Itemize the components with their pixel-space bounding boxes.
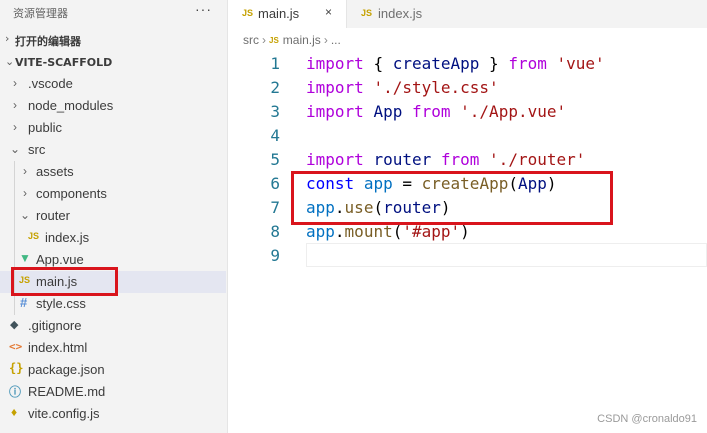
code-text: import App from './App.vue' — [306, 102, 567, 121]
vue-icon: ▼ — [19, 251, 31, 265]
tree-item-public[interactable]: › public — [0, 117, 226, 139]
tree-item-label: components — [36, 186, 107, 201]
open-editors-label: 打开的编辑器 — [15, 35, 81, 48]
tree-item-label: vite.config.js — [28, 406, 100, 421]
tree-item-label: node_modules — [28, 98, 114, 113]
code-line-1[interactable]: 1 import { createApp } from 'vue' — [228, 52, 707, 76]
chevron-down-icon: ⌄ — [20, 208, 31, 222]
open-editors-section[interactable]: › 打开的编辑器 — [0, 29, 228, 51]
tree-item-vscode[interactable]: › .vscode — [0, 73, 226, 95]
html-file-icon: <> — [9, 340, 23, 353]
info-icon: ⓘ — [9, 385, 22, 399]
breadcrumb-file[interactable]: main.js — [283, 33, 321, 47]
chevron-right-icon: › — [23, 186, 27, 200]
tree-item-router[interactable]: ⌄ router — [0, 205, 226, 227]
code-text: import './style.css' — [306, 78, 499, 97]
tree-item-label: style.css — [36, 296, 86, 311]
tree-item-label: public — [28, 120, 62, 135]
tree-item-src[interactable]: ⌄ src — [0, 139, 226, 161]
js-file-icon: JS — [242, 8, 254, 18]
tree-item-package-json[interactable]: {} package.json — [0, 359, 226, 381]
indent-guide — [14, 161, 15, 183]
tree-item-label: src — [28, 142, 46, 157]
vite-icon: ♦ — [11, 405, 18, 419]
code-line-9[interactable]: 9 — [228, 244, 707, 268]
line-number: 6 — [270, 174, 280, 193]
highlight-box-main-js — [11, 267, 118, 296]
project-label: VITE-SCAFFOLD — [15, 56, 113, 69]
chevron-right-icon: › — [13, 76, 17, 90]
tree-item-label: .gitignore — [28, 318, 82, 333]
line-number: 8 — [270, 222, 280, 241]
tab-label: main.js — [258, 6, 300, 21]
line-number: 4 — [270, 126, 280, 145]
line-number: 1 — [270, 54, 280, 73]
tree-item-label: assets — [36, 164, 74, 179]
json-file-icon: {} — [9, 361, 24, 375]
code-line-5[interactable]: 5 import router from './router' — [228, 148, 707, 172]
tree-item-label: .vscode — [28, 76, 73, 91]
breadcrumb-separator: › — [262, 33, 266, 47]
chevron-right-icon: › — [13, 120, 17, 134]
tree-item-assets[interactable]: › assets — [0, 161, 226, 183]
close-icon[interactable]: × — [325, 5, 332, 19]
chevron-down-icon: ⌄ — [5, 55, 15, 68]
tree-item-gitignore[interactable]: ◆ .gitignore — [0, 315, 226, 337]
chevron-down-icon: ⌄ — [10, 142, 21, 156]
project-section[interactable]: ⌄ VITE-SCAFFOLD — [0, 52, 228, 74]
css-file-icon: # — [20, 295, 28, 310]
line-number: 9 — [270, 246, 280, 265]
watermark: CSDN @cronaldo91 — [597, 413, 697, 425]
tab-main-js[interactable]: JS main.js × — [228, 0, 346, 28]
chevron-right-icon: › — [23, 164, 27, 178]
explorer-sidebar: 资源管理器 ··· › 打开的编辑器 ⌄ VITE-SCAFFOLD › .vs… — [0, 0, 228, 433]
tree-item-node-modules[interactable]: › node_modules — [0, 95, 226, 117]
tree-item-components[interactable]: › components — [0, 183, 226, 205]
line-number: 7 — [270, 198, 280, 217]
tree-item-readme[interactable]: ⓘ README.md — [0, 381, 226, 403]
tree-item-label: index.js — [45, 230, 90, 245]
code-line-2[interactable]: 2 import './style.css' — [228, 76, 707, 100]
code-text: import { createApp } from 'vue' — [306, 54, 605, 73]
line-number: 5 — [270, 150, 280, 169]
tab-index-js[interactable]: JS index.js — [346, 0, 464, 28]
tab-label: index.js — [378, 6, 423, 21]
git-icon: ◆ — [10, 319, 19, 331]
tree-item-label: README.md — [28, 384, 106, 399]
line-number: 3 — [270, 102, 280, 121]
tree-item-index-js[interactable]: JS index.js — [0, 227, 226, 249]
tree-item-label: index.html — [28, 340, 88, 355]
chevron-right-icon: › — [13, 98, 17, 112]
breadcrumb-folder[interactable]: src — [243, 33, 259, 47]
more-actions-icon[interactable]: ··· — [195, 1, 212, 17]
editor-tab-bar: JS main.js × JS index.js — [228, 0, 707, 28]
code-line-3[interactable]: 3 import App from './App.vue' — [228, 100, 707, 124]
chevron-right-icon: › — [5, 32, 10, 45]
indent-guide — [14, 183, 15, 205]
indent-guide — [14, 227, 15, 249]
tree-item-label: router — [36, 208, 70, 223]
highlight-box-code — [291, 171, 613, 225]
explorer-header: 资源管理器 ··· — [0, 0, 228, 25]
js-file-icon: JS — [269, 36, 279, 45]
code-text: import router from './router' — [306, 150, 586, 169]
line-number: 2 — [270, 78, 280, 97]
tree-item-label: package.json — [28, 362, 105, 377]
indent-guide — [14, 293, 15, 315]
breadcrumb: src › JS main.js ›... — [243, 33, 341, 49]
js-file-icon: JS — [361, 8, 373, 18]
breadcrumb-more[interactable]: ... — [331, 33, 341, 47]
indent-guide — [14, 205, 15, 227]
code-line-4[interactable]: 4 — [228, 124, 707, 148]
breadcrumb-separator: › — [323, 33, 328, 47]
tree-item-index-html[interactable]: <> index.html — [0, 337, 226, 359]
tree-item-vite-config[interactable]: ♦ vite.config.js — [0, 403, 226, 425]
tree-item-label: App.vue — [36, 252, 84, 267]
tree-item-style-css[interactable]: # style.css — [0, 293, 226, 315]
explorer-title: 资源管理器 — [13, 7, 68, 20]
js-file-icon: JS — [28, 231, 40, 241]
